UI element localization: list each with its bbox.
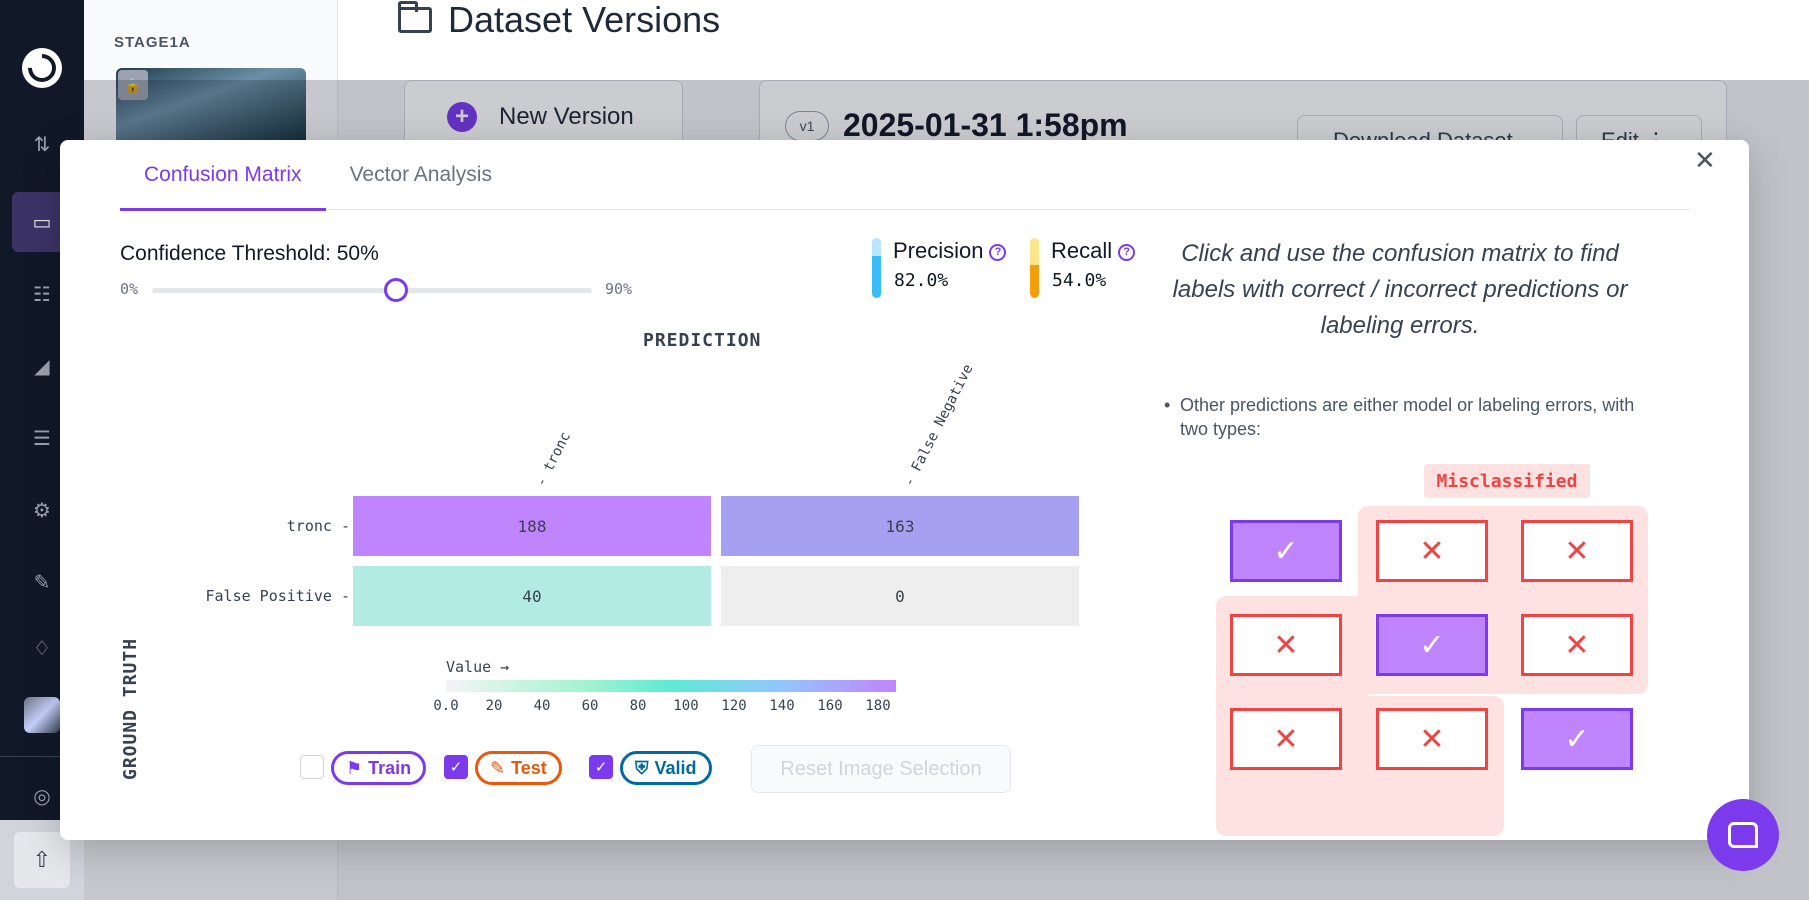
test-label: Test: [511, 757, 547, 778]
col-label-tronc-text: tronc: [540, 429, 575, 475]
colorbar-tick: 40: [533, 698, 551, 714]
test-checkbox[interactable]: ✓: [444, 755, 468, 779]
colorbar: [446, 680, 896, 692]
row-label-false-positive-text: False Positive: [205, 587, 332, 605]
colorbar-tick: 180: [865, 698, 891, 714]
colorbar-tick: 80: [629, 698, 647, 714]
slider-min-label: 0%: [120, 280, 139, 298]
precision-text: Precision: [893, 238, 984, 263]
modal-tabs: Confusion Matrix Vector Analysis: [120, 140, 1690, 211]
misclassified-tag: Misclassified: [1424, 464, 1590, 498]
project-name: STAGE1A: [114, 34, 191, 51]
ground-truth-axis-label: GROUND TRUTH: [120, 637, 141, 780]
colorbar-tick: 160: [817, 698, 843, 714]
guide-heading: Click and use the confusion matrix to fi…: [1172, 240, 1628, 339]
matrix-cell-false-positive-false-negative[interactable]: 0: [721, 566, 1079, 626]
folder-icon: [398, 1, 432, 33]
pencil-icon: ✎: [490, 757, 506, 778]
chat-launcher-button[interactable]: [1707, 799, 1779, 871]
test-pill[interactable]: ✎ Test: [475, 751, 562, 785]
recall-label: Recall?: [1051, 238, 1136, 264]
recall-value: 54.0%: [1052, 270, 1107, 291]
col-label-false-negative-text: False Negative: [908, 361, 977, 475]
colorbar-tick: 120: [721, 698, 747, 714]
valid-label: Valid: [654, 757, 697, 778]
example-error-cell: ✕: [1376, 520, 1488, 582]
confidence-slider-track[interactable]: [152, 288, 592, 293]
colorbar-tick: 20: [485, 698, 503, 714]
help-icon[interactable]: ?: [989, 243, 1007, 261]
page-header: Dataset Versions: [398, 0, 720, 40]
example-correct-cell: ✓: [1521, 708, 1633, 770]
confidence-slider-thumb[interactable]: [384, 278, 409, 302]
slider-max-label: 90%: [605, 280, 633, 298]
app-logo-icon[interactable]: [22, 48, 62, 88]
recall-text: Recall: [1051, 238, 1113, 263]
example-correct-cell: ✓: [1230, 520, 1342, 582]
colorbar-tick: 0.0: [433, 698, 459, 714]
chart-icon[interactable]: ◢: [24, 348, 60, 384]
colorbar-tick: 100: [673, 698, 699, 714]
recall-bar: [1030, 238, 1039, 298]
row-label-tronc: tronc -: [286, 517, 350, 535]
upload-icon[interactable]: ⇧: [14, 832, 70, 888]
confidence-threshold-label: Confidence Threshold: 50%: [120, 242, 379, 265]
reset-image-selection-button[interactable]: Reset Image Selection: [751, 745, 1011, 793]
server-icon[interactable]: ☰: [24, 420, 60, 456]
row-label-tronc-text: tronc: [286, 517, 332, 535]
example-correct-cell: ✓: [1376, 614, 1488, 676]
avatar[interactable]: [24, 697, 60, 733]
close-icon[interactable]: ✕: [1694, 145, 1716, 176]
example-error-cell: ✕: [1230, 708, 1342, 770]
precision-bar: [872, 238, 881, 298]
bell-icon[interactable]: ♢: [24, 630, 60, 666]
matrix-cell-tronc-false-negative[interactable]: 163: [721, 496, 1079, 556]
example-error-cell: ✕: [1521, 520, 1633, 582]
example-error-cell: ✕: [1376, 708, 1488, 770]
tab-vector-analysis[interactable]: Vector Analysis: [326, 140, 516, 210]
matrix-cell-tronc-tronc[interactable]: 188: [353, 496, 711, 556]
help-icon[interactable]: ?: [1118, 243, 1136, 261]
chat-icon: [1728, 822, 1758, 848]
colorbar-tick: 140: [769, 698, 795, 714]
shield-check-icon: ⛨: [635, 757, 649, 778]
confusion-matrix-modal: ✕ Confusion Matrix Vector Analysis Confi…: [60, 140, 1749, 840]
col-label-tronc: - tronc: [533, 429, 575, 490]
page-title: Dataset Versions: [448, 0, 721, 40]
valid-checkbox[interactable]: ✓: [589, 755, 613, 779]
matrix-cell-false-positive-tronc[interactable]: 40: [353, 566, 711, 626]
train-pill[interactable]: ⚑ Train: [331, 751, 427, 785]
colorbar-tick: 60: [581, 698, 599, 714]
colorbar-label: Value →: [446, 658, 510, 676]
coins-icon[interactable]: ◎: [24, 778, 60, 814]
gear-icon[interactable]: ⚙: [24, 492, 60, 528]
misclassified-zone: [1276, 796, 1442, 816]
example-error-cell: ✕: [1521, 614, 1633, 676]
precision-value: 82.0%: [894, 270, 949, 291]
guide-bullet: Other predictions are either model or la…: [1164, 393, 1650, 441]
row-label-false-positive: False Positive -: [205, 587, 351, 605]
hierarchy-icon[interactable]: ☷: [24, 276, 60, 312]
precision-label: Precision?: [893, 238, 1007, 264]
tab-confusion-matrix[interactable]: Confusion Matrix: [120, 140, 326, 211]
feather-icon[interactable]: ✎: [24, 564, 60, 600]
col-label-false-negative: - False Negative: [901, 361, 977, 490]
train-checkbox[interactable]: [300, 755, 324, 779]
sort-arrows-icon[interactable]: ⇅: [24, 126, 60, 162]
running-icon: ⚑: [346, 757, 363, 778]
prediction-axis-label: PREDICTION: [643, 330, 762, 351]
train-label: Train: [368, 757, 412, 778]
valid-pill[interactable]: ⛨ Valid: [620, 751, 712, 785]
example-error-cell: ✕: [1230, 614, 1342, 676]
